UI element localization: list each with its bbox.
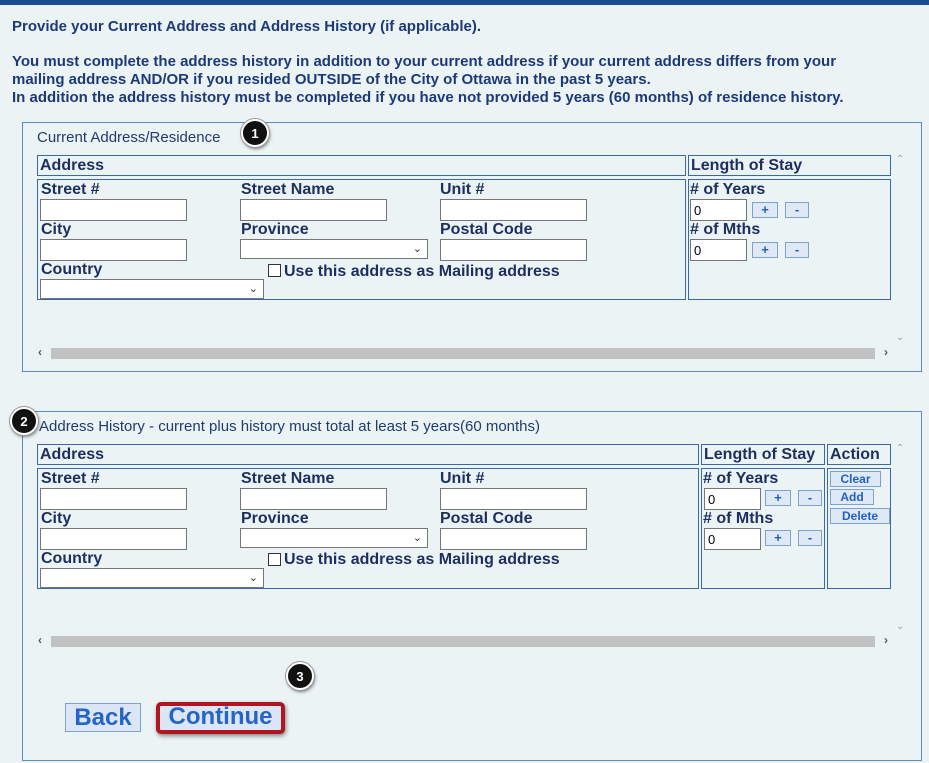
chevron-down-icon: ⌄ <box>412 243 422 255</box>
postal-code-input[interactable] <box>440 239 587 261</box>
history-months-input[interactable] <box>704 528 761 550</box>
unit-number-label: Unit # <box>440 181 485 198</box>
history-street-number-input[interactable] <box>40 488 187 510</box>
postal-code-label: Postal Code <box>440 221 533 238</box>
chevron-right-icon[interactable]: › <box>884 633 888 647</box>
history-address-header: Address <box>37 444 699 465</box>
add-button[interactable]: Add <box>830 489 874 505</box>
years-minus-button[interactable]: - <box>785 202 809 218</box>
history-action-header: Action <box>827 444 891 465</box>
history-street-name-label: Street Name <box>241 470 335 487</box>
history-years-minus-button[interactable]: - <box>798 490 822 506</box>
history-months-label: # of Mths <box>703 510 774 527</box>
step-marker-2: 2 <box>10 407 38 435</box>
top-bar <box>0 0 929 5</box>
mailing-address-label: Use this address as Mailing address <box>284 263 560 280</box>
history-years-label: # of Years <box>703 470 779 487</box>
continue-button[interactable]: Continue <box>156 702 285 734</box>
province-select[interactable]: ⌄ <box>240 239 428 259</box>
city-label: City <box>41 221 72 238</box>
months-label: # of Mths <box>690 221 761 238</box>
chevron-up-icon[interactable]: ⌃ <box>896 154 904 165</box>
intro-line-1: You must complete the address history in… <box>12 53 837 70</box>
province-label: Province <box>241 221 309 238</box>
history-street-number-label: Street # <box>41 470 100 487</box>
intro-heading: Provide your Current Address and Address… <box>12 18 481 35</box>
months-minus-button[interactable]: - <box>785 242 809 258</box>
years-input[interactable] <box>690 199 747 221</box>
history-months-minus-button[interactable]: - <box>798 530 822 546</box>
scrollbar-thumb[interactable] <box>51 636 875 647</box>
history-length-header-label: Length of Stay <box>704 446 816 463</box>
months-input[interactable] <box>690 239 747 261</box>
chevron-up-icon[interactable]: ⌃ <box>896 443 904 454</box>
chevron-right-icon[interactable]: › <box>884 345 888 359</box>
city-input[interactable] <box>40 239 187 261</box>
address-history-legend: Address History - current plus history m… <box>38 418 542 435</box>
history-length-header: Length of Stay <box>701 444 825 465</box>
current-address-legend: Current Address/Residence <box>36 129 222 146</box>
history-postal-code-label: Postal Code <box>440 510 533 527</box>
history-province-select[interactable]: ⌄ <box>240 528 428 548</box>
step-marker-1: 1 <box>241 119 269 147</box>
history-action-header-label: Action <box>830 446 880 463</box>
current-horizontal-scrollbar[interactable]: ‹ › <box>35 345 891 362</box>
months-plus-button[interactable]: + <box>752 242 778 258</box>
history-city-label: City <box>41 510 72 527</box>
intro-line-3: In addition the address history must be … <box>12 89 844 106</box>
street-number-label: Street # <box>41 181 100 198</box>
history-street-name-input[interactable] <box>240 488 387 510</box>
intro-line-2: mailing address AND/OR if you resided OU… <box>12 71 651 88</box>
country-select[interactable]: ⌄ <box>40 279 264 299</box>
current-address-header: Address <box>37 155 686 176</box>
unit-number-input[interactable] <box>440 199 587 221</box>
history-city-input[interactable] <box>40 528 187 550</box>
years-label: # of Years <box>690 181 766 198</box>
chevron-down-icon: ⌄ <box>412 532 422 544</box>
country-label: Country <box>41 261 103 278</box>
chevron-down-icon: ⌄ <box>248 283 258 295</box>
history-unit-number-input[interactable] <box>440 488 587 510</box>
street-number-input[interactable] <box>40 199 187 221</box>
history-address-header-label: Address <box>40 446 105 463</box>
years-plus-button[interactable]: + <box>752 202 778 218</box>
address-header-label: Address <box>40 157 105 174</box>
history-country-label: Country <box>41 550 103 567</box>
step-marker-3: 3 <box>286 662 314 690</box>
current-length-header: Length of Stay <box>688 155 891 176</box>
history-mailing-address-checkbox[interactable] <box>268 553 281 566</box>
back-button[interactable]: Back <box>65 703 141 732</box>
chevron-down-icon[interactable]: ⌄ <box>896 332 904 343</box>
chevron-down-icon[interactable]: ⌄ <box>896 621 904 632</box>
street-name-label: Street Name <box>241 181 335 198</box>
chevron-left-icon[interactable]: ‹ <box>38 633 42 647</box>
history-unit-number-label: Unit # <box>440 470 485 487</box>
history-years-input[interactable] <box>704 488 761 510</box>
length-of-stay-header-label: Length of Stay <box>691 157 803 174</box>
history-vertical-scrollbar[interactable]: ⌃ ⌄ <box>892 441 909 634</box>
street-name-input[interactable] <box>240 199 387 221</box>
history-country-select[interactable]: ⌄ <box>40 568 264 588</box>
history-postal-code-input[interactable] <box>440 528 587 550</box>
history-mailing-address-label: Use this address as Mailing address <box>284 551 560 568</box>
clear-button[interactable]: Clear <box>830 471 881 487</box>
chevron-down-icon: ⌄ <box>248 572 258 584</box>
current-vertical-scrollbar[interactable]: ⌃ ⌄ <box>892 152 909 345</box>
scrollbar-thumb[interactable] <box>51 348 875 359</box>
history-province-label: Province <box>241 510 309 527</box>
delete-button[interactable]: Delete <box>830 508 890 524</box>
mailing-address-checkbox[interactable] <box>268 264 281 277</box>
history-horizontal-scrollbar[interactable]: ‹ › <box>35 633 891 650</box>
history-years-plus-button[interactable]: + <box>765 490 791 506</box>
history-months-plus-button[interactable]: + <box>765 530 791 546</box>
chevron-left-icon[interactable]: ‹ <box>38 345 42 359</box>
